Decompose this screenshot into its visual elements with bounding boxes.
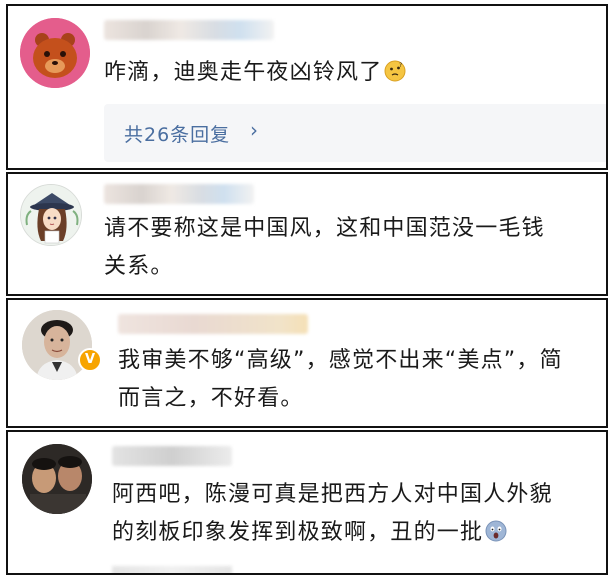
reply-count-label: 共26条回复 <box>124 124 231 146</box>
commenter-avatar[interactable] <box>20 184 82 246</box>
comment-text-line-2: 而言之，不好看。 <box>118 386 304 411</box>
comment-text: 咋滴，迪奥走午夜凶铃风了 ? <box>104 54 406 92</box>
man-portrait-avatar-icon <box>22 310 92 380</box>
comment-text-line-1: 我审美不够“高级”，感觉不出来“美点”，简 <box>118 348 563 373</box>
timestamp-blurred <box>112 566 232 573</box>
username-blurred[interactable] <box>104 184 254 204</box>
commenter-avatar[interactable] <box>20 18 90 88</box>
bear-avatar-icon <box>20 18 90 88</box>
comment-card-3: V 我审美不够“高级”，感觉不出来“美点”，简 而言之，不好看。 <box>6 298 608 428</box>
username-blurred[interactable] <box>104 20 274 40</box>
comment-card-4: 阿西吧，陈漫可真是把西方人对中国人外貌 的刻板印象发挥到极致啊，丑的一批 <box>6 430 608 575</box>
comment-card-2: 请不要称这是中国风，这和中国范没一毛钱 关系。 <box>6 172 608 296</box>
face-screaming-in-fear-icon <box>485 517 507 542</box>
comment-text-line-1: 阿西吧，陈漫可真是把西方人对中国人外貌 <box>112 482 553 507</box>
username-blurred[interactable] <box>112 446 232 466</box>
view-replies-button[interactable]: 共26条回复 › <box>104 104 606 162</box>
username-blurred[interactable] <box>118 314 308 334</box>
chevron-right-icon: › <box>250 118 258 142</box>
comment-text-line-2: 关系。 <box>104 254 174 279</box>
svg-text:?: ? <box>399 62 403 69</box>
comment-card-1: 咋滴，迪奥走午夜凶铃风了 ? 共26条回复 › <box>6 4 608 170</box>
anime-girl-avatar-icon <box>21 185 81 245</box>
thinking-face-icon: ? <box>384 57 406 82</box>
comment-text-line-2: 的刻板印象发挥到极致啊，丑的一批 <box>112 514 507 552</box>
comment-text-line-1: 请不要称这是中国风，这和中国范没一毛钱 <box>104 216 545 241</box>
commenter-avatar[interactable] <box>22 444 92 514</box>
verified-badge-icon: V <box>78 348 102 372</box>
commenter-avatar[interactable] <box>22 310 92 380</box>
group-photo-avatar-icon <box>22 444 92 514</box>
